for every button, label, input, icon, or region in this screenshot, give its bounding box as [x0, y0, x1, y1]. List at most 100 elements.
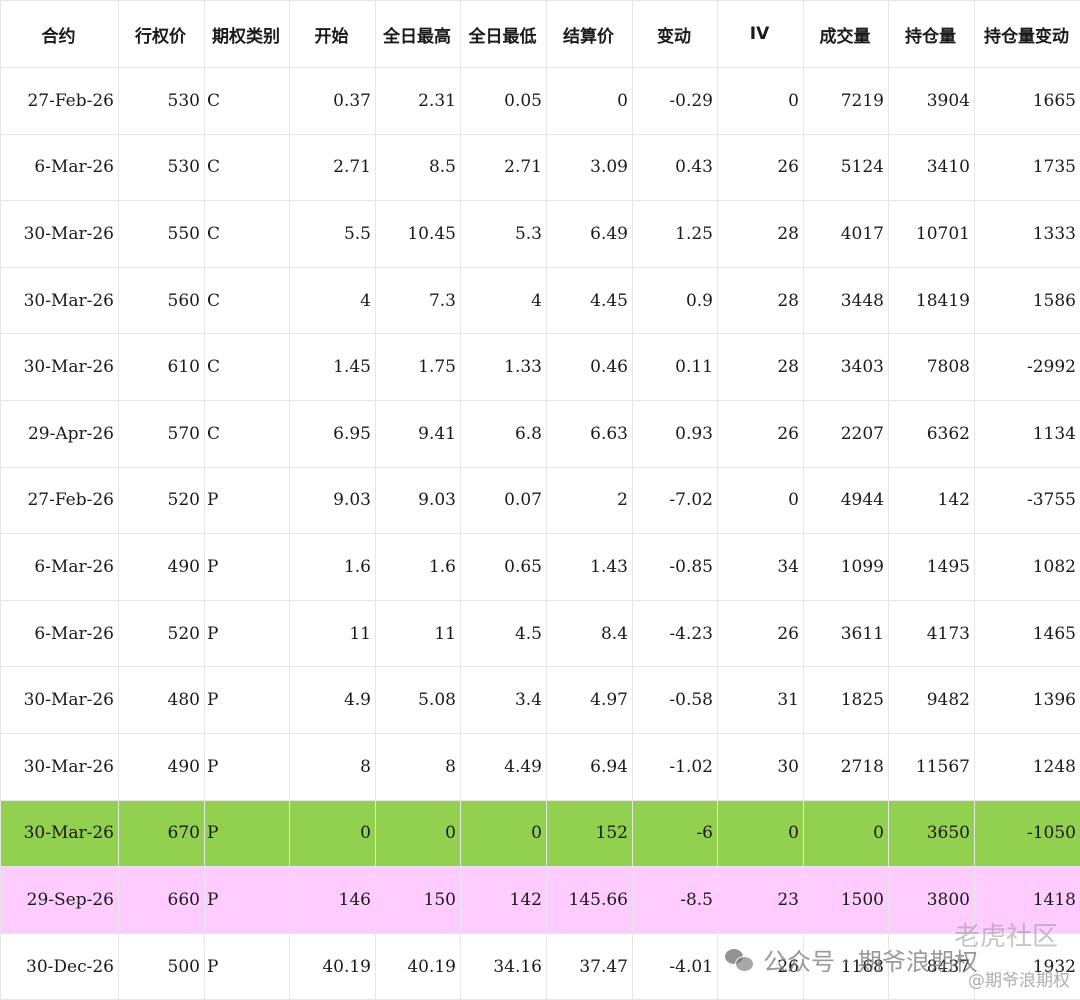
table-row: 30-Mar-26 550 C 5.5 10.45 5.3 6.49 1.25 28 4017 10… — [0, 200, 1080, 268]
cell-option-type: C — [204, 67, 290, 135]
cell-change: -0.29 — [632, 67, 718, 135]
cell-iv: 26 — [717, 599, 804, 668]
table-row: 30-Mar-26 610 C 1.45 1.75 1.33 0.46 0.11 28 3403 7… — [0, 333, 1080, 401]
cell-settlement: 152 — [546, 799, 633, 868]
cell-contract: 30-Mar-26 — [0, 333, 119, 401]
cell-change: 1.25 — [632, 200, 718, 268]
cell-iv: 26 — [717, 133, 804, 202]
cell-oi-change: 1418 — [974, 866, 1080, 934]
cell-oi-change: 1082 — [974, 533, 1080, 601]
header-day-low: 全日最低 — [460, 0, 547, 68]
cell-iv: 30 — [717, 732, 804, 801]
cell-open: 6.95 — [289, 399, 376, 468]
cell-contract: 6-Mar-26 — [0, 133, 119, 202]
cell-option-type: P — [204, 533, 290, 601]
cell-change: -0.85 — [632, 533, 718, 601]
cell-strike: 530 — [118, 67, 205, 135]
cell-open-interest: 142 — [888, 466, 975, 535]
cell-day-low: 4.49 — [460, 732, 547, 801]
cell-open: 0 — [289, 799, 376, 868]
cell-open-interest: 6362 — [888, 399, 975, 468]
cell-settlement: 6.49 — [546, 200, 633, 268]
cell-day-low: 4.5 — [460, 599, 547, 668]
cell-contract: 30-Mar-26 — [0, 200, 119, 268]
header-contract: 合约 — [0, 0, 119, 68]
cell-strike: 500 — [118, 932, 205, 1000]
header-oi-change: 持仓量变动 — [974, 0, 1080, 68]
header-open-interest: 持仓量 — [888, 0, 975, 68]
cell-day-low: 1.33 — [460, 333, 547, 401]
cell-day-high: 11 — [375, 599, 461, 668]
cell-strike: 520 — [118, 466, 205, 535]
cell-day-high: 8.5 — [375, 133, 461, 202]
table-row: 30-Dec-26 500 P 40.19 40.19 34.16 37.47 -4.01 26… — [0, 932, 1080, 1000]
cell-oi-change: 1932 — [974, 932, 1080, 1000]
cell-day-low: 3.4 — [460, 666, 547, 734]
cell-volume: 4944 — [803, 466, 889, 535]
cell-change: -8.5 — [632, 866, 718, 934]
table-row: 6-Mar-26 490 P 1.6 1.6 0.65 1.43 -0.85 34 1099 149… — [0, 533, 1080, 601]
cell-option-type: P — [204, 799, 290, 868]
cell-change: -1.02 — [632, 732, 718, 801]
cell-strike: 560 — [118, 266, 205, 335]
cell-option-type: P — [204, 732, 290, 801]
cell-option-type: P — [204, 599, 290, 668]
cell-iv: 23 — [717, 866, 804, 934]
cell-oi-change: -3755 — [974, 466, 1080, 535]
cell-strike: 480 — [118, 666, 205, 734]
cell-open: 0.37 — [289, 67, 376, 135]
cell-option-type: P — [204, 466, 290, 535]
cell-change: -4.23 — [632, 599, 718, 668]
cell-day-low: 4 — [460, 266, 547, 335]
table-row: 27-Feb-26 520 P 9.03 9.03 0.07 2 -7.02 0 4944 142-… — [0, 466, 1080, 535]
cell-day-high: 5.08 — [375, 666, 461, 734]
cell-strike: 670 — [118, 799, 205, 868]
cell-contract: 27-Feb-26 — [0, 466, 119, 535]
cell-open-interest: 7808 — [888, 333, 975, 401]
cell-volume: 1099 — [803, 533, 889, 601]
cell-iv: 0 — [717, 67, 804, 135]
cell-day-high: 1.6 — [375, 533, 461, 601]
cell-settlement: 8.4 — [546, 599, 633, 668]
cell-day-high: 150 — [375, 866, 461, 934]
cell-open: 9.03 — [289, 466, 376, 535]
cell-day-high: 40.19 — [375, 932, 461, 1000]
table-row: 6-Mar-26 520 P 11 11 4.5 8.4 -4.23 26 3611 4173 146… — [0, 599, 1080, 668]
cell-day-low: 6.8 — [460, 399, 547, 468]
cell-iv: 28 — [717, 200, 804, 268]
cell-iv: 34 — [717, 533, 804, 601]
cell-strike: 550 — [118, 200, 205, 268]
cell-iv: 28 — [717, 266, 804, 335]
cell-open: 146 — [289, 866, 376, 934]
cell-option-type: P — [204, 666, 290, 734]
table-row: 30-Mar-26 560 C 4 7.3 4 4.45 0.9 28 3448 18419 1586 — [0, 266, 1080, 335]
header-settlement: 结算价 — [546, 0, 633, 68]
cell-iv: 26 — [717, 399, 804, 468]
cell-open: 40.19 — [289, 932, 376, 1000]
cell-volume: 5124 — [803, 133, 889, 202]
options-table: 合约 行权价 期权类别 开始 全日最高 全日最低 结算价 变动 IV 成交量 持… — [0, 0, 1080, 1000]
cell-volume: 1500 — [803, 866, 889, 934]
cell-day-high: 9.41 — [375, 399, 461, 468]
cell-open-interest: 4173 — [888, 599, 975, 668]
cell-open: 1.6 — [289, 533, 376, 601]
cell-contract: 30-Mar-26 — [0, 799, 119, 868]
cell-open: 8 — [289, 732, 376, 801]
cell-day-high: 8 — [375, 732, 461, 801]
cell-day-high: 9.03 — [375, 466, 461, 535]
cell-option-type: C — [204, 200, 290, 268]
cell-volume: 7219 — [803, 67, 889, 135]
cell-day-high: 1.75 — [375, 333, 461, 401]
cell-contract: 6-Mar-26 — [0, 599, 119, 668]
cell-settlement: 4.45 — [546, 266, 633, 335]
cell-volume: 0 — [803, 799, 889, 868]
cell-oi-change: -1050 — [974, 799, 1080, 868]
cell-strike: 520 — [118, 599, 205, 668]
cell-contract: 6-Mar-26 — [0, 533, 119, 601]
cell-strike: 530 — [118, 133, 205, 202]
cell-oi-change: 1465 — [974, 599, 1080, 668]
header-row: 合约 行权价 期权类别 开始 全日最高 全日最低 结算价 变动 IV 成交量 持… — [0, 0, 1080, 68]
cell-open: 4 — [289, 266, 376, 335]
cell-day-high: 10.45 — [375, 200, 461, 268]
cell-settlement: 1.43 — [546, 533, 633, 601]
